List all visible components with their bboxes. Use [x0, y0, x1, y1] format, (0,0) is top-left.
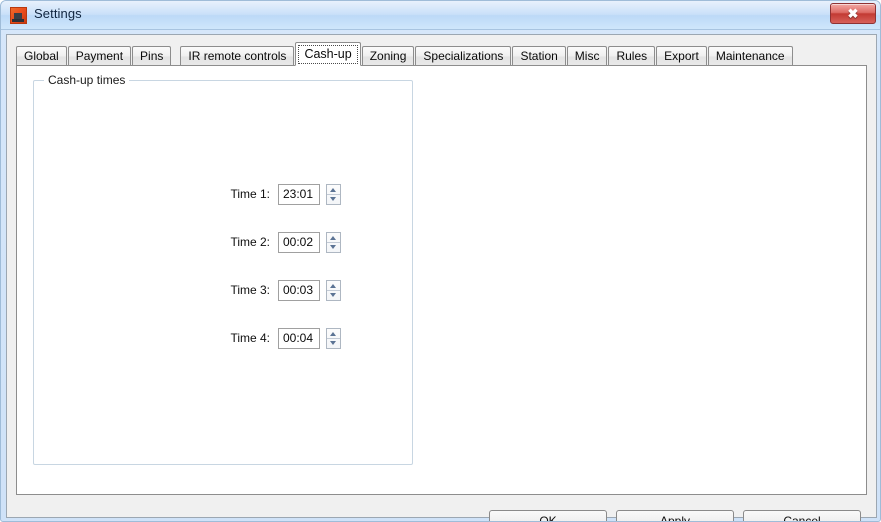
title-bar: Settings ✖ — [1, 1, 880, 30]
dialog-footer: OK Apply Cancel — [7, 498, 876, 521]
tab-ir-remote-controls[interactable]: IR remote controls — [180, 46, 295, 66]
time-4-label: Time 4: — [230, 331, 270, 345]
spinner-up-icon[interactable] — [327, 329, 340, 339]
tab-focus-rect — [298, 45, 358, 64]
tab-label: Rules — [616, 49, 648, 63]
spinner-up-icon[interactable] — [327, 185, 340, 195]
tab-station[interactable]: Station — [512, 46, 566, 66]
tab-maintenance[interactable]: Maintenance — [707, 46, 793, 66]
tab-misc[interactable]: Misc — [566, 46, 608, 66]
time-1-label: Time 1: — [230, 187, 270, 201]
tab-rules[interactable]: Rules — [608, 46, 656, 66]
time-row: Time 4: 00:04 — [34, 328, 414, 350]
time-1-input[interactable]: 23:01 — [278, 184, 320, 205]
cancel-button[interactable]: Cancel — [743, 510, 861, 521]
tab-pins[interactable]: Pins — [132, 46, 172, 66]
tab-strip: Global Payment Pins IR remote controls C… — [16, 42, 794, 66]
close-button[interactable]: ✖ — [830, 3, 876, 24]
spinner-down-icon[interactable] — [327, 339, 340, 348]
tab-payment[interactable]: Payment — [67, 46, 132, 66]
time-3-label: Time 3: — [230, 283, 270, 297]
client-area: Global Payment Pins IR remote controls C… — [6, 34, 877, 521]
spinner-down-icon[interactable] — [327, 243, 340, 252]
tab-label: IR remote controls — [188, 49, 287, 63]
spinner-up-icon[interactable] — [327, 281, 340, 291]
tab-cash-up[interactable]: Cash-up — [295, 42, 361, 66]
spinner-up-icon[interactable] — [327, 233, 340, 243]
tab-page-cash-up: Cash-up times Time 1: 23:01 Time 2: 00:0… — [16, 65, 867, 495]
tab-export[interactable]: Export — [656, 46, 707, 66]
time-4-input[interactable]: 00:04 — [278, 328, 320, 349]
time-2-label: Time 2: — [230, 235, 270, 249]
tab-label: Maintenance — [715, 49, 785, 63]
tab-specializations[interactable]: Specializations — [415, 46, 512, 66]
tab-zoning[interactable]: Zoning — [361, 46, 415, 66]
window-title: Settings — [34, 6, 82, 21]
spinner-down-icon[interactable] — [327, 291, 340, 300]
group-label: Cash-up times — [44, 73, 130, 87]
time-2-spinner[interactable] — [326, 232, 341, 253]
time-row: Time 2: 00:02 — [34, 232, 414, 254]
close-icon: ✖ — [847, 6, 859, 21]
ok-button[interactable]: OK — [489, 510, 607, 521]
time-row: Time 3: 00:03 — [34, 280, 414, 302]
settings-window: Settings ✖ Global Payment Pins IR remote… — [0, 0, 881, 522]
tab-label: Zoning — [369, 49, 407, 63]
tab-label: Global — [24, 49, 59, 63]
tab-label: Payment — [75, 49, 124, 63]
time-4-spinner[interactable] — [326, 328, 341, 349]
tab-label: Station — [520, 49, 558, 63]
tab-global[interactable]: Global — [16, 46, 67, 66]
time-2-input[interactable]: 00:02 — [278, 232, 320, 253]
tab-label: Specializations — [423, 49, 504, 63]
app-icon — [10, 7, 27, 24]
time-3-input[interactable]: 00:03 — [278, 280, 320, 301]
spinner-down-icon[interactable] — [327, 195, 340, 204]
time-3-spinner[interactable] — [326, 280, 341, 301]
time-row: Time 1: 23:01 — [34, 184, 414, 206]
tab-label: Pins — [140, 49, 164, 63]
cash-up-times-group: Cash-up times Time 1: 23:01 Time 2: 00:0… — [33, 73, 414, 465]
time-1-spinner[interactable] — [326, 184, 341, 205]
tab-label: Export — [664, 49, 699, 63]
apply-button[interactable]: Apply — [616, 510, 734, 521]
tab-label: Misc — [574, 49, 600, 63]
